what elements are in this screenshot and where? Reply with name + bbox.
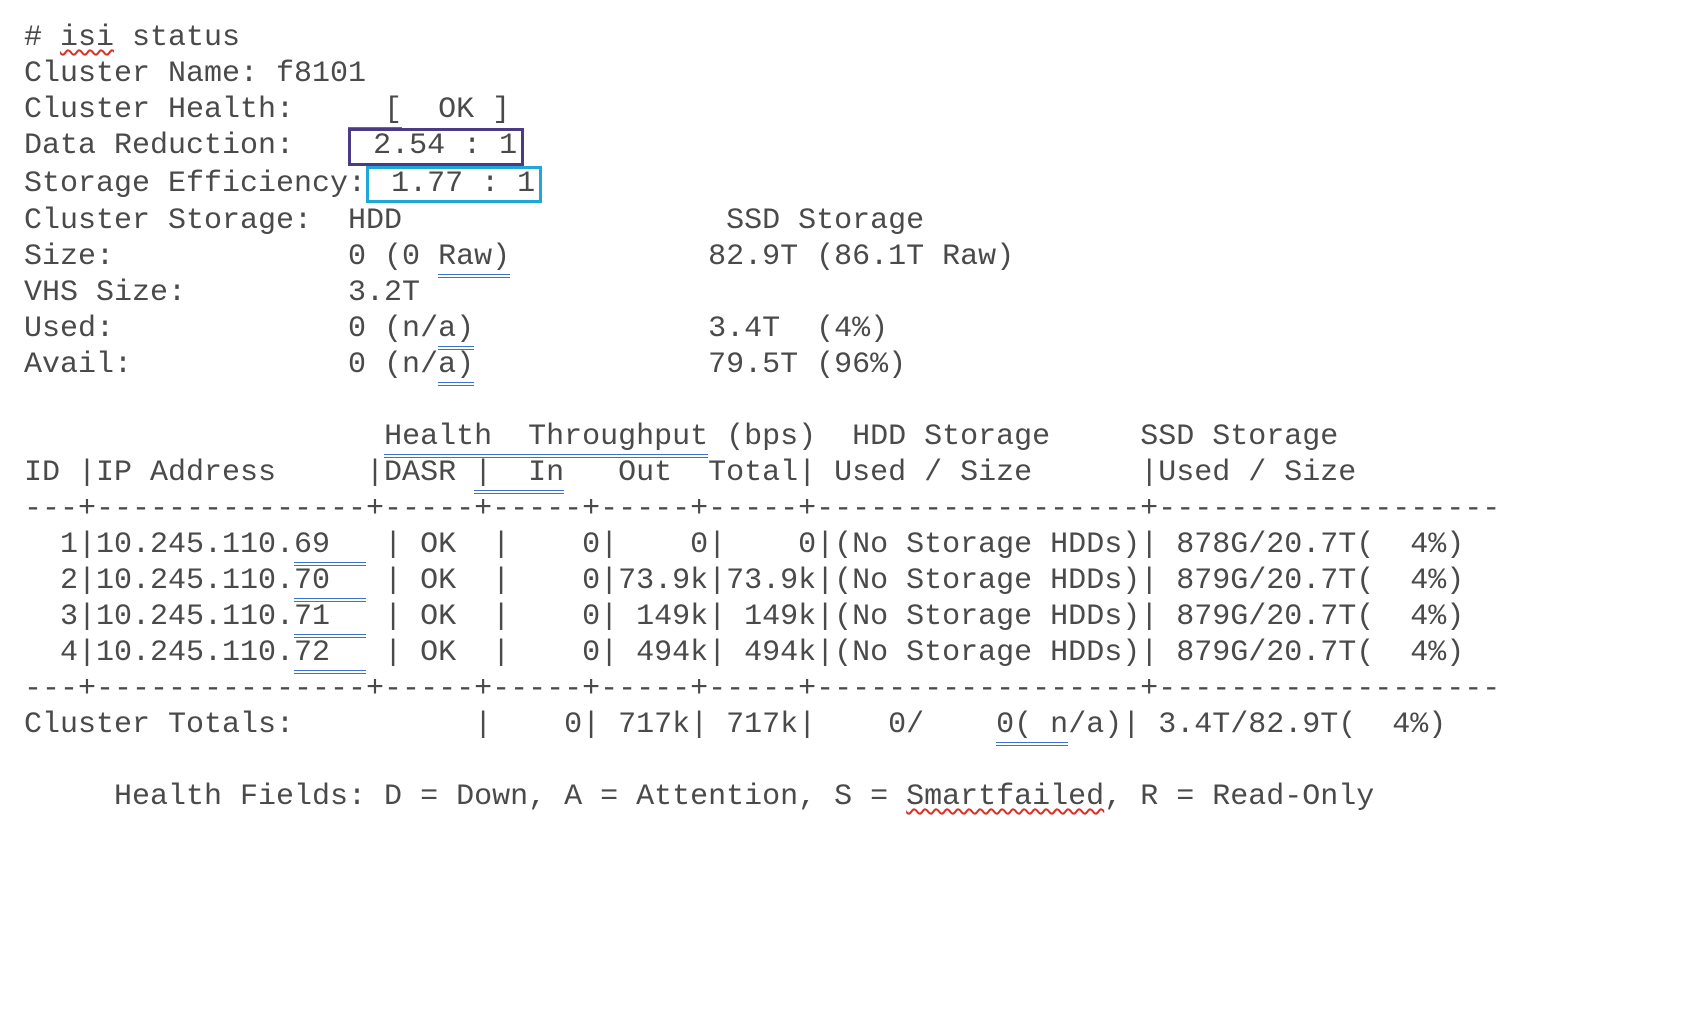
ip-last-octet: 72 xyxy=(294,636,366,674)
legend-smartfailed: Smartfailed xyxy=(906,780,1104,814)
prompt: # xyxy=(24,21,60,55)
storage-efficiency-value: 1.77 : 1 xyxy=(366,166,542,204)
row-pipe: | xyxy=(366,600,402,634)
cluster-health-label: Cluster Health: xyxy=(24,93,348,127)
table-header2-in: | In xyxy=(474,456,564,494)
table-row: 3|10.245.110. xyxy=(24,600,294,634)
data-reduction-value: 2.54 : 1 xyxy=(348,128,524,166)
table-row: 4|10.245.110. xyxy=(24,636,294,670)
ip-last-octet: 71 xyxy=(294,600,366,638)
data-reduction-label: Data Reduction: xyxy=(24,129,348,163)
avail-ssd: 79.5T (96%) xyxy=(708,348,906,382)
used-gap xyxy=(474,312,708,346)
row-rest: OK | 0| 494k| 494k|(No Storage HDDs)| 87… xyxy=(402,636,1464,670)
table-header2-rest: Out Total| Used / Size |Used / Size xyxy=(564,456,1356,490)
size-label: Size: 0 (0 xyxy=(24,240,438,274)
ip-last-octet: 70 xyxy=(294,564,366,602)
table-header2-a: ID |IP Address |DASR xyxy=(24,456,474,490)
cluster-storage-line: Cluster Storage: HDD SSD Storage xyxy=(24,204,924,238)
size-ssd: 82.9T (86.1T Raw) xyxy=(708,240,1014,274)
used-hdd-na: a) xyxy=(438,312,474,350)
table-header1-rest: (bps) HDD Storage SSD Storage xyxy=(708,420,1338,454)
used-ssd: 3.4T (4%) xyxy=(708,312,888,346)
table-header1-pad xyxy=(24,420,384,454)
row-pipe: | xyxy=(366,636,402,670)
avail-hdd-na: a) xyxy=(438,348,474,386)
storage-efficiency-label: Storage Efficiency: xyxy=(24,167,366,201)
row-rest: OK | 0| 149k| 149k|(No Storage HDDs)| 87… xyxy=(402,600,1464,634)
cluster-health-bracket: [ xyxy=(348,93,402,131)
cluster-totals-hdd: 0( n xyxy=(996,708,1068,746)
cluster-totals-rest: /a)| 3.4T/82.9T( 4%) xyxy=(1068,708,1446,742)
size-gap xyxy=(510,240,708,274)
row-pipe: | xyxy=(366,564,402,598)
cluster-name-value: f8101 xyxy=(276,57,366,91)
legend-a: Health Fields: D = Down, A = Attention, … xyxy=(24,780,906,814)
table-row: 2|10.245.110. xyxy=(24,564,294,598)
table-header1-underlined: Health Throughput xyxy=(384,420,708,458)
row-rest: OK | 0| 0| 0|(No Storage HDDs)| 878G/20.… xyxy=(402,528,1464,562)
used-label: Used: 0 (n/ xyxy=(24,312,438,346)
command-rest: status xyxy=(114,21,240,55)
table-row: 1|10.245.110. xyxy=(24,528,294,562)
command-isi: isi xyxy=(60,21,114,55)
row-rest: OK | 0|73.9k|73.9k|(No Storage HDDs)| 87… xyxy=(402,564,1464,598)
terminal-output: # isi status Cluster Name: f8101 Cluster… xyxy=(0,0,1688,835)
cluster-name-label: Cluster Name: xyxy=(24,57,276,91)
avail-label: Avail: 0 (n/ xyxy=(24,348,438,382)
legend-rest: , R = Read-Only xyxy=(1104,780,1374,814)
vhs-line: VHS Size: 3.2T xyxy=(24,276,420,310)
ip-last-octet: 69 xyxy=(294,528,366,566)
avail-gap xyxy=(474,348,708,382)
cluster-health-ok: OK ] xyxy=(402,93,510,127)
table-separator: ---+---------------+-----+-----+-----+--… xyxy=(24,672,1500,706)
size-hdd-raw: Raw) xyxy=(438,240,510,278)
cluster-totals-a: Cluster Totals: | 0| 717k| 717k| 0/ xyxy=(24,708,996,742)
row-pipe: | xyxy=(366,528,402,562)
table-separator: ---+---------------+-----+-----+-----+--… xyxy=(24,492,1500,526)
